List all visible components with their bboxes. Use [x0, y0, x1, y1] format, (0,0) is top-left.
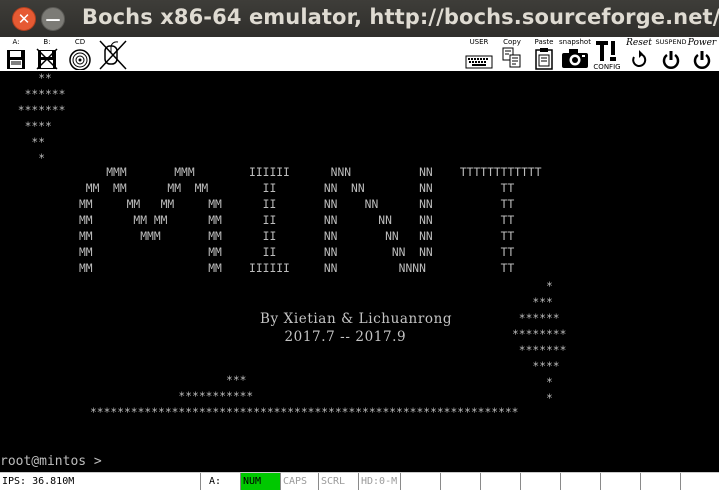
scroll-lock-indicator: SCRL	[318, 473, 358, 490]
status-slot-7	[640, 473, 680, 490]
status-bar: IPS: 36.810M A: NUM CAPS SCRL HD:0-M	[0, 472, 719, 490]
drive-indicator: A:	[200, 473, 240, 490]
mouse-icon	[99, 40, 127, 70]
close-icon: ✕	[17, 10, 31, 28]
title-bar: ✕ — Bochs x86-64 emulator, http://bochs.…	[0, 0, 719, 37]
status-slot-6	[600, 473, 640, 490]
minimize-button[interactable]: —	[41, 7, 65, 31]
window-title: Bochs x86-64 emulator, http://bochs.sour…	[82, 5, 719, 29]
reset-label: Reset	[626, 38, 652, 48]
snapshot-button[interactable]: snapshot	[558, 37, 592, 71]
floppy-a-icon	[7, 50, 25, 69]
status-slot-2	[440, 473, 480, 490]
floppy-b-button[interactable]: B:	[34, 37, 60, 71]
cdrom-icon	[69, 49, 91, 70]
suspend-label: SUSPEND	[655, 38, 687, 46]
floppy-a-label: A:	[12, 38, 20, 46]
suspend-icon	[662, 51, 680, 69]
suspend-button[interactable]: SUSPEND	[654, 37, 688, 71]
star-art-right: * *** ****** ******** ******* **** * *	[512, 280, 567, 405]
power-button[interactable]: Power	[686, 37, 718, 71]
status-slot-5	[560, 473, 600, 490]
emulator-screen[interactable]: ** ****** ******* **** ** * MMM MMM IIII…	[0, 71, 719, 472]
keyboard-icon	[465, 55, 493, 69]
credits-text: By Xietian & Lichuanrong 2017.7 -- 2017.…	[260, 311, 453, 345]
ips-indicator: IPS: 36.810M	[2, 476, 75, 487]
copy-icon	[502, 47, 521, 68]
close-button[interactable]: ✕	[12, 7, 36, 31]
star-art-top-left: ** ****** ******* **** ** *	[17, 72, 66, 165]
user-button[interactable]: USER	[463, 37, 495, 71]
status-slot-4	[520, 473, 560, 490]
status-slot-3	[480, 473, 520, 490]
status-slot-1	[400, 473, 440, 490]
power-icon	[693, 51, 711, 69]
floppy-b-icon	[36, 48, 58, 70]
toolbar: A: B: CD USER Copy Paste snapshot CONFIG…	[0, 37, 719, 71]
paste-icon	[535, 48, 553, 70]
config-button[interactable]: CONFIG	[592, 37, 622, 71]
caps-lock-indicator: CAPS	[280, 473, 318, 490]
paste-label: Paste	[534, 38, 554, 46]
reset-icon	[632, 50, 647, 67]
os-banner-art: MMM MMM IIIIII NNN NN TTTTTTTTTTTT MM MM…	[79, 166, 542, 275]
config-label: CONFIG	[593, 63, 621, 71]
mouse-button[interactable]	[98, 37, 128, 71]
floppy-a-button[interactable]: A:	[4, 37, 28, 71]
cdrom-button[interactable]: CD	[66, 37, 94, 71]
minimize-icon: —	[45, 10, 61, 28]
star-art-bottom: *** *********** ************************…	[90, 374, 519, 419]
copy-label: Copy	[503, 38, 521, 46]
shell-prompt: root@mintos >	[0, 454, 102, 469]
reset-button[interactable]: Reset	[624, 37, 654, 71]
copy-button[interactable]: Copy	[498, 37, 526, 71]
user-label: USER	[469, 38, 489, 46]
cdrom-label: CD	[74, 38, 86, 46]
power-label: Power	[687, 38, 717, 48]
status-slot-8	[680, 473, 719, 490]
num-lock-indicator: NUM	[240, 473, 280, 490]
snapshot-label: snapshot	[559, 38, 591, 46]
hd-indicator: HD:0-M	[358, 473, 400, 490]
floppy-b-label: B:	[43, 38, 51, 46]
paste-button[interactable]: Paste	[530, 37, 558, 71]
camera-icon	[562, 49, 588, 68]
